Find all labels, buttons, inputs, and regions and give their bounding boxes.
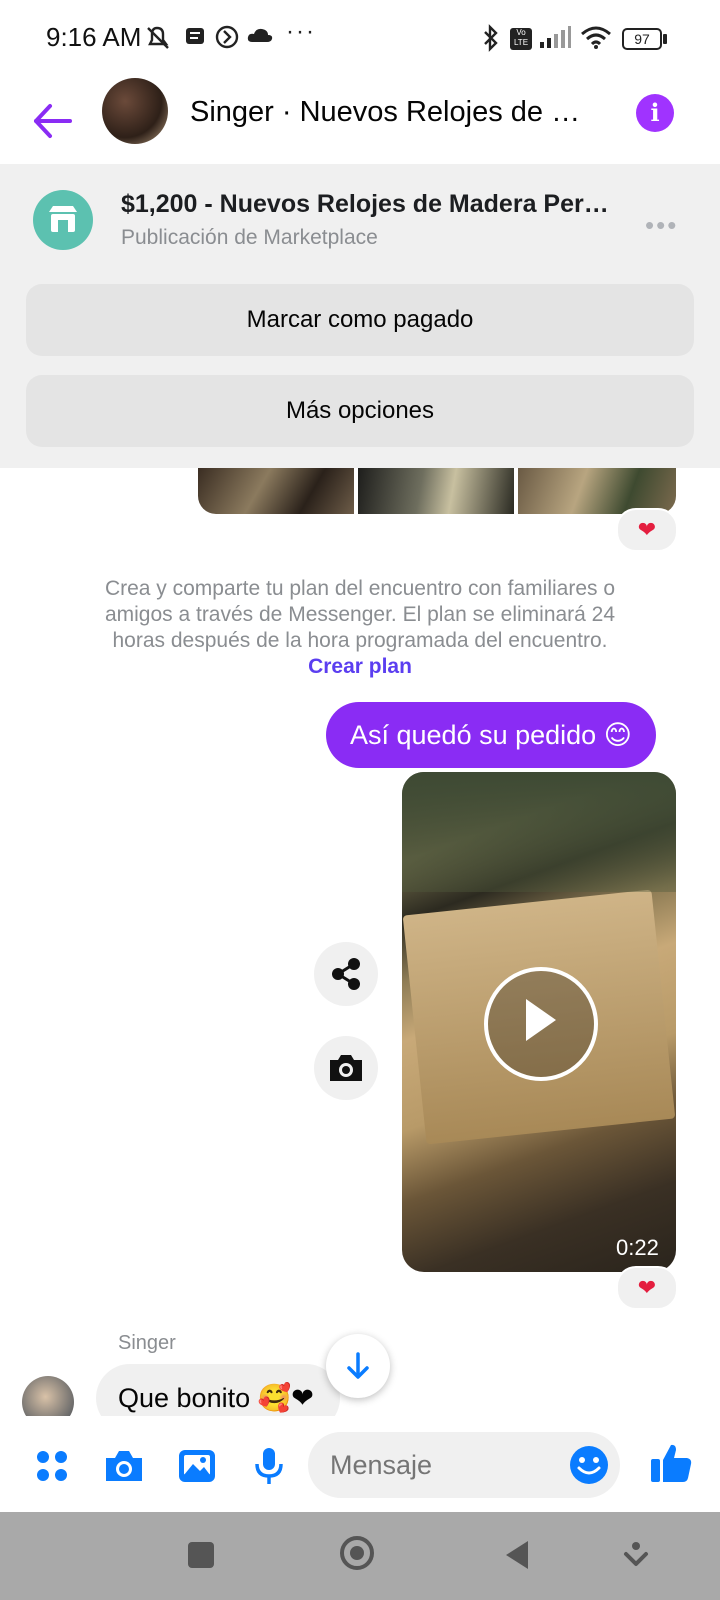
outgoing-message-text: Así quedó su pedido 😊	[350, 719, 632, 750]
message-icon	[186, 28, 204, 44]
back-nav-icon[interactable]	[502, 1538, 532, 1572]
scroll-down-icon[interactable]	[326, 1334, 390, 1398]
volte-icon: Vo LTE	[510, 28, 532, 50]
heart-reaction[interactable]: ❤	[616, 508, 678, 552]
status-bar: 9:16 AM ··· Vo LTE 97	[0, 0, 720, 78]
battery-tip	[663, 34, 667, 44]
more-options-button[interactable]: Más opciones	[26, 375, 694, 447]
play-icon[interactable]	[484, 967, 598, 1081]
info-icon[interactable]: i	[636, 94, 674, 132]
outgoing-message-bubble[interactable]: Así quedó su pedido 😊	[326, 702, 656, 768]
heart-reaction[interactable]: ❤	[616, 1266, 678, 1310]
listing-title[interactable]: $1,200 - Nuevos Relojes de Madera Person…	[121, 190, 621, 219]
battery-icon: 97	[622, 28, 662, 50]
battery-level: 97	[634, 31, 650, 47]
mark-paid-button[interactable]: Marcar como pagado	[26, 284, 694, 356]
marketplace-store-icon	[33, 190, 93, 250]
back-arrow-icon[interactable]	[28, 96, 78, 146]
photo-thumbnail[interactable]	[198, 468, 354, 514]
cloud-icon	[247, 28, 273, 42]
system-nav-bar	[0, 1512, 720, 1600]
microphone-icon[interactable]	[252, 1446, 286, 1486]
gallery-icon[interactable]	[176, 1446, 218, 1486]
recent-apps-icon[interactable]	[188, 1542, 214, 1568]
nav-dropdown-icon[interactable]	[622, 1540, 650, 1570]
share-icon[interactable]	[314, 942, 378, 1006]
wifi-icon	[581, 26, 611, 49]
like-thumbs-up-icon[interactable]	[648, 1440, 694, 1486]
apps-menu-icon[interactable]	[32, 1446, 72, 1486]
camera-icon[interactable]	[314, 1036, 378, 1100]
home-icon[interactable]	[340, 1536, 374, 1570]
signal-icon	[540, 26, 571, 48]
notification-muted-icon	[147, 26, 169, 49]
more-dots-icon: ···	[286, 18, 316, 45]
video-duration: 0:22	[616, 1235, 659, 1260]
contact-avatar[interactable]	[102, 78, 168, 144]
plan-notice: Crea y comparte tu plan del encuentro co…	[100, 576, 620, 680]
video-thumbnail-top	[402, 772, 676, 892]
photo-thumbnail[interactable]	[358, 468, 514, 514]
sender-name: Singer	[118, 1332, 176, 1354]
sync-icon	[215, 25, 239, 49]
status-time: 9:16 AM	[46, 22, 142, 52]
listing-subtitle: Publicación de Marketplace	[121, 226, 378, 249]
create-plan-link[interactable]: Crear plan	[308, 655, 412, 678]
plan-notice-text: Crea y comparte tu plan del encuentro co…	[104, 577, 616, 652]
chat-title[interactable]: Singer · Nuevos Relojes de Madera Person…	[190, 96, 600, 129]
listing-more-icon[interactable]: •••	[645, 210, 678, 241]
camera-icon[interactable]	[102, 1446, 146, 1486]
bluetooth-icon	[484, 24, 498, 52]
emoji-icon[interactable]	[568, 1444, 610, 1486]
incoming-message-text: Que bonito 🥰❤	[118, 1383, 314, 1413]
